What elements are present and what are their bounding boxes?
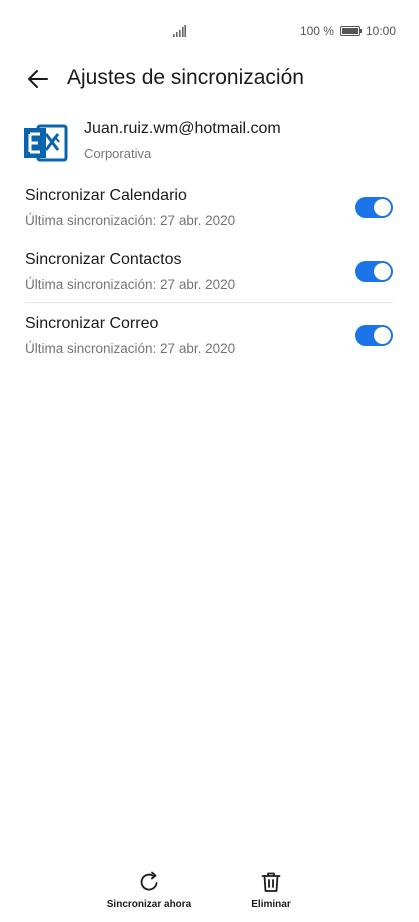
back-button[interactable] (24, 65, 52, 93)
page-title: Ajustes de sincronización (67, 66, 304, 89)
trash-icon (261, 872, 281, 892)
sync-row-mail[interactable]: Sincronizar Correo Última sincronización… (0, 315, 419, 373)
bottom-bar: Sincronizar ahora Eliminar (0, 870, 419, 922)
status-right: 100 % 10:00 (300, 24, 396, 38)
sync-row-calendar[interactable]: Sincronizar Calendario Última sincroniza… (0, 187, 419, 245)
sync-now-button[interactable]: Sincronizar ahora (107, 870, 191, 910)
arrow-left-icon (28, 70, 48, 88)
header: Ajustes de sincronización (0, 62, 419, 98)
sync-contacts-toggle[interactable] (355, 261, 393, 282)
toggle-knob (374, 327, 391, 344)
sync-row-subtitle: Última sincronización: 27 abr. 2020 (25, 213, 236, 228)
battery-percent: 100 % (299, 24, 334, 38)
sync-now-label: Sincronizar ahora (106, 899, 192, 910)
sync-calendar-toggle[interactable] (355, 197, 393, 218)
status-bar: 100 % 10:00 (0, 0, 419, 62)
refresh-icon (140, 871, 158, 891)
battery-icon (339, 26, 362, 36)
exchange-icon (24, 124, 68, 162)
sync-row-subtitle: Última sincronización: 27 abr. 2020 (25, 277, 236, 292)
toggle-knob (374, 263, 391, 280)
sync-row-title: Sincronizar Calendario (25, 187, 187, 204)
signal-icon (173, 25, 186, 37)
delete-label: Eliminar (251, 899, 291, 910)
sync-row-subtitle: Última sincronización: 27 abr. 2020 (25, 341, 236, 356)
clock: 10:00 (365, 24, 396, 38)
account-type: Corporativa (84, 146, 152, 161)
divider (25, 302, 393, 303)
sync-row-title: Sincronizar Contactos (25, 251, 182, 268)
sync-row-title: Sincronizar Correo (25, 315, 159, 332)
toggle-knob (374, 199, 391, 216)
delete-button[interactable]: Eliminar (247, 870, 295, 910)
account-summary: Juan.ruiz.wm@hotmail.com Corporativa (0, 118, 419, 170)
account-email: Juan.ruiz.wm@hotmail.com (84, 120, 281, 137)
sync-row-contacts[interactable]: Sincronizar Contactos Última sincronizac… (0, 251, 419, 309)
sync-mail-toggle[interactable] (355, 325, 393, 346)
